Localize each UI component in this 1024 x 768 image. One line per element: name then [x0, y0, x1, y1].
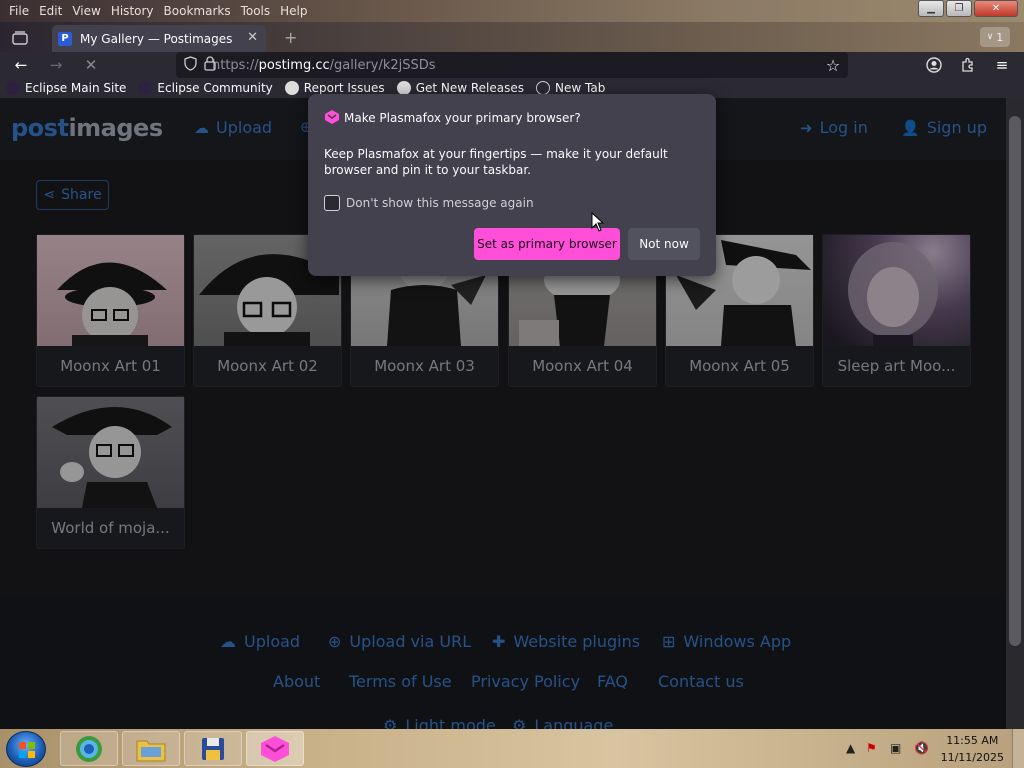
show-hidden-icons-arrow-icon[interactable]: ▲ — [846, 741, 855, 755]
hamburger-menu-icon[interactable]: ≡ — [991, 55, 1013, 75]
taskbar-plasmafox-app[interactable] — [246, 731, 304, 766]
tab-my-gallery[interactable]: P My Gallery — Postimages ✕ — [52, 25, 266, 52]
floppy-disk-icon — [202, 737, 224, 760]
github-icon — [284, 81, 299, 95]
menu-tools[interactable]: Tools — [236, 4, 276, 18]
eclipse-icon — [6, 81, 20, 95]
menu-history[interactable]: History — [106, 4, 159, 18]
tab-count-badge[interactable]: ∨ 1 — [980, 27, 1010, 47]
bookmark-eclipse-main[interactable]: Eclipse Main Site — [6, 81, 126, 95]
bookmark-report-issues[interactable]: Report Issues — [284, 81, 385, 95]
taskbar-explorer-app[interactable] — [122, 731, 180, 766]
start-button[interactable] — [6, 731, 46, 767]
mouse-pointer-icon — [591, 212, 605, 232]
taskbar-floppy-app[interactable] — [184, 731, 242, 766]
eclipse-icon — [138, 81, 153, 95]
close-window-button[interactable]: ✕ — [974, 0, 1018, 17]
menu-view[interactable]: View — [67, 4, 105, 18]
url-text[interactable]: https://postimg.cc/gallery/k2jSSDs — [212, 58, 436, 73]
menu-bookmarks[interactable]: Bookmarks — [159, 4, 236, 18]
postimages-favicon-icon: P — [58, 31, 72, 46]
taskbar-browser-app[interactable] — [60, 731, 118, 766]
plasmafox-logo-icon — [325, 110, 339, 124]
page-scrollbar[interactable] — [1006, 98, 1024, 729]
set-primary-browser-button[interactable]: Set as primary browser — [474, 228, 620, 260]
forward-arrow-icon[interactable]: → — [45, 55, 67, 75]
dont-show-again-checkbox[interactable] — [324, 195, 340, 211]
menu-edit[interactable]: Edit — [34, 4, 67, 18]
chrome-like-browser-icon — [76, 735, 102, 762]
system-clock[interactable]: 11:55 AM 11/11/2025 — [941, 732, 1004, 766]
new-tab-plus-icon[interactable]: + — [284, 28, 297, 47]
plasmafox-icon — [261, 735, 289, 762]
menu-file[interactable]: File — [4, 4, 34, 18]
window-controls: ▁ ❐ ✕ — [918, 0, 1018, 17]
url-bar[interactable]: https://postimg.cc/gallery/k2jSSDs — [176, 52, 848, 78]
lock-icon[interactable] — [204, 56, 216, 75]
scrollbar-thumb[interactable] — [1009, 116, 1021, 646]
tab-close-icon[interactable]: ✕ — [247, 30, 258, 45]
network-icon[interactable]: ▣ — [890, 741, 901, 755]
globe-icon — [536, 81, 551, 95]
volume-muted-icon[interactable]: 🔇 — [914, 741, 929, 755]
account-icon[interactable] — [923, 55, 945, 75]
show-desktop-button[interactable] — [1012, 729, 1024, 768]
clock-time: 11:55 AM — [946, 734, 999, 747]
browser-window: File Edit View History Bookmarks Tools H… — [0, 0, 1024, 729]
minimize-button[interactable]: ▁ — [918, 0, 944, 17]
action-center-flag-icon[interactable]: ⚑ — [866, 741, 877, 755]
bookmark-star-icon[interactable]: ☆ — [822, 55, 844, 75]
tab-title: My Gallery — Postimages — [80, 31, 233, 46]
tab-overview-icon[interactable] — [8, 27, 32, 49]
back-arrow-icon[interactable]: ← — [10, 55, 32, 75]
not-now-button[interactable]: Not now — [628, 228, 700, 260]
loading-stop-icon[interactable]: ✕ — [80, 55, 102, 75]
default-browser-popup: Make Plasmafox your primary browser? Kee… — [308, 94, 716, 276]
bookmark-eclipse-community[interactable]: Eclipse Community — [138, 81, 273, 95]
bookmark-new-tab[interactable]: New Tab — [536, 81, 605, 95]
tab-strip: P My Gallery — Postimages ✕ + ∨ 1 — [0, 22, 1024, 52]
maximize-button[interactable]: ❐ — [946, 0, 972, 17]
menu-help[interactable]: Help — [275, 4, 312, 18]
bookmark-get-new-releases[interactable]: Get New Releases — [396, 81, 524, 95]
extensions-icon[interactable] — [957, 55, 979, 75]
nav-bar: ← → ✕ https://postimg.cc/gallery/k2jSSDs… — [0, 52, 1024, 78]
windows-taskbar: ▲ ⚑ ▣ 🔇 11:55 AM 11/11/2025 — [0, 729, 1024, 768]
clock-date: 11/11/2025 — [940, 751, 1004, 764]
popup-body: Keep Plasmafox at your fingertips — make… — [324, 147, 668, 177]
popup-title: Make Plasmafox your primary browser? — [344, 111, 581, 125]
menu-bar: File Edit View History Bookmarks Tools H… — [0, 0, 1024, 22]
dont-show-again-label[interactable]: Don't show this message again — [346, 196, 534, 210]
folder-icon — [136, 740, 166, 761]
shield-icon[interactable] — [184, 56, 197, 75]
github-icon — [396, 81, 411, 95]
